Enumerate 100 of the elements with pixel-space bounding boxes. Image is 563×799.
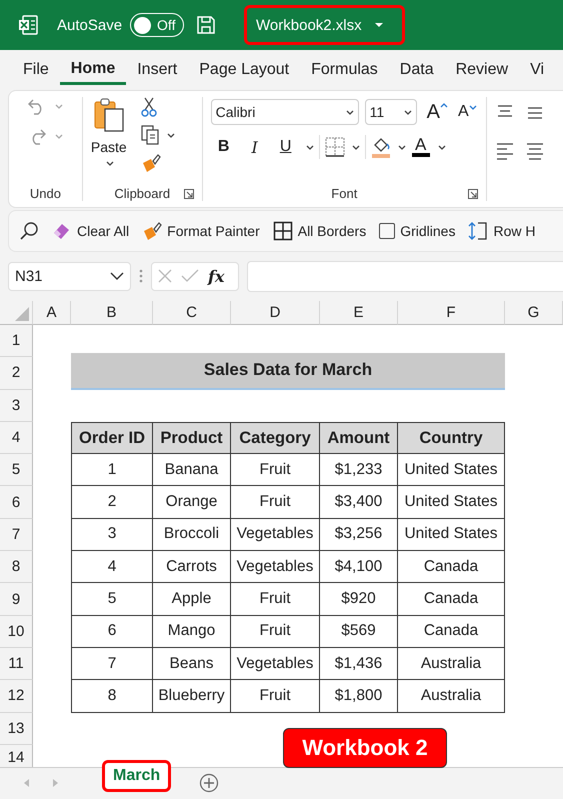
font-size-field[interactable]: 11 [364,99,417,125]
font-color-button[interactable]: A [410,137,431,157]
up-caret-icon[interactable] [440,102,448,108]
column-header[interactable]: A [33,301,71,325]
clipboard-icon [92,97,125,133]
caret-icon[interactable] [306,144,314,150]
expand-icon[interactable] [184,188,194,198]
sheet-tab[interactable]: March [102,760,172,792]
table-cell: $3,256 [320,518,398,552]
brush-icon [142,221,162,241]
more-icon[interactable] [139,268,143,284]
table-cell: Blueberry [153,680,231,713]
copy-icon[interactable] [140,125,159,145]
column-heading: Product [153,422,231,454]
borders-icon[interactable] [324,137,345,157]
row-header[interactable]: 8 [0,551,33,584]
row-header[interactable]: 10 [0,616,33,648]
font-name-field[interactable]: Calibri [210,99,359,125]
underline-button[interactable]: U [272,138,299,156]
table-cell: Orange [153,486,231,519]
row-header[interactable]: 7 [0,518,33,552]
table-cell: Vegetables [231,648,320,680]
callout-label: Workbook 2 [283,728,447,768]
row-header[interactable]: 2 [0,357,33,390]
grid-icon [272,221,293,241]
ribbon-tab[interactable]: Formulas [300,55,389,85]
column-heading: Category [231,422,320,454]
table-cell: Mango [153,616,231,648]
column-header[interactable]: F [398,301,505,325]
chevron-icon[interactable] [110,272,124,280]
caret-icon[interactable] [346,110,354,114]
table-cell: Canada [398,583,505,616]
table-cell: 6 [71,616,153,648]
caret-icon[interactable] [404,110,412,114]
file-name-button[interactable]: Workbook2.xlsx [244,5,405,45]
add-sheet-icon[interactable] [199,773,220,794]
toolbar-button[interactable]: Clear All [52,221,130,241]
table-cell: Fruit [231,616,320,648]
search-icon[interactable] [19,221,39,241]
formula-input-field[interactable] [247,260,563,292]
row-header[interactable]: 11 [0,648,33,680]
ribbon-tab[interactable]: Insert [126,55,188,85]
save-icon[interactable] [196,15,216,35]
table-cell: United States [398,486,505,519]
name-box[interactable]: N31 [8,262,131,290]
italic-button[interactable]: I [242,138,268,156]
ribbon-tab[interactable]: Home [60,55,126,85]
ribbon-tab[interactable]: Data [388,55,445,85]
row-header[interactable]: 1 [0,325,33,358]
ribbon-tab[interactable]: File [12,55,60,85]
toolbar-button[interactable]: All Borders [272,221,366,241]
table-cell: Vegetables [231,518,320,552]
table-cell: 5 [71,583,153,616]
ribbon-tab[interactable]: Vi [519,55,555,85]
caret-icon[interactable] [374,22,384,28]
table-cell: 7 [71,648,153,680]
caret-icon[interactable] [398,144,406,150]
group-label: Undo [30,186,61,201]
expand-icon[interactable] [468,188,478,198]
check-icon[interactable] [181,269,199,283]
caret-icon[interactable] [166,132,175,138]
spreadsheet-icon[interactable] [18,15,38,35]
column-header[interactable]: B [71,301,153,325]
table-cell: Fruit [231,454,320,486]
row-header[interactable]: 13 [0,712,33,745]
caret-icon[interactable] [438,144,446,150]
insert-function-button[interactable]: fx [208,266,224,286]
table-cell: 3 [71,518,153,552]
table-cell: $1,800 [320,680,398,713]
row-header[interactable]: 3 [0,390,33,422]
caret-icon[interactable] [352,144,360,150]
table-cell: $1,436 [320,648,398,680]
column-header[interactable]: C [153,301,231,325]
column-header[interactable]: D [231,301,320,325]
row-header[interactable]: 14 [0,744,33,767]
table-cell: Australia [398,680,505,713]
paste-button[interactable]: Paste [90,97,127,166]
bold-button[interactable]: B [210,138,237,156]
column-header[interactable]: G [505,301,563,325]
ribbon-tab[interactable]: Review [444,55,520,85]
row-header[interactable]: 6 [0,486,33,519]
column-header[interactable]: E [320,301,398,325]
row-header[interactable]: 5 [0,454,33,486]
table-cell: Fruit [231,680,320,713]
shrink-font-button[interactable]: A [458,103,477,121]
ribbon-tab[interactable]: Page Layout [188,55,300,85]
row-header[interactable]: 9 [0,583,33,616]
table-cell: Broccoli [153,518,231,552]
fill-bucket-icon[interactable] [370,136,391,158]
gridlines-checkbox[interactable]: Gridlines [379,223,456,239]
table-cell: $4,100 [320,551,398,584]
row-header[interactable]: 4 [0,422,33,454]
autosave-toggle[interactable]: Off [130,13,184,37]
down-caret-icon[interactable] [468,105,477,110]
row-header[interactable]: 12 [0,680,33,713]
table-cell: 8 [71,680,153,713]
caret-icon[interactable] [106,161,114,166]
grow-font-button[interactable]: A [426,100,448,124]
toolbar-button[interactable]: Format Painter [142,221,260,241]
toolbar-button[interactable]: Row H [468,221,536,241]
